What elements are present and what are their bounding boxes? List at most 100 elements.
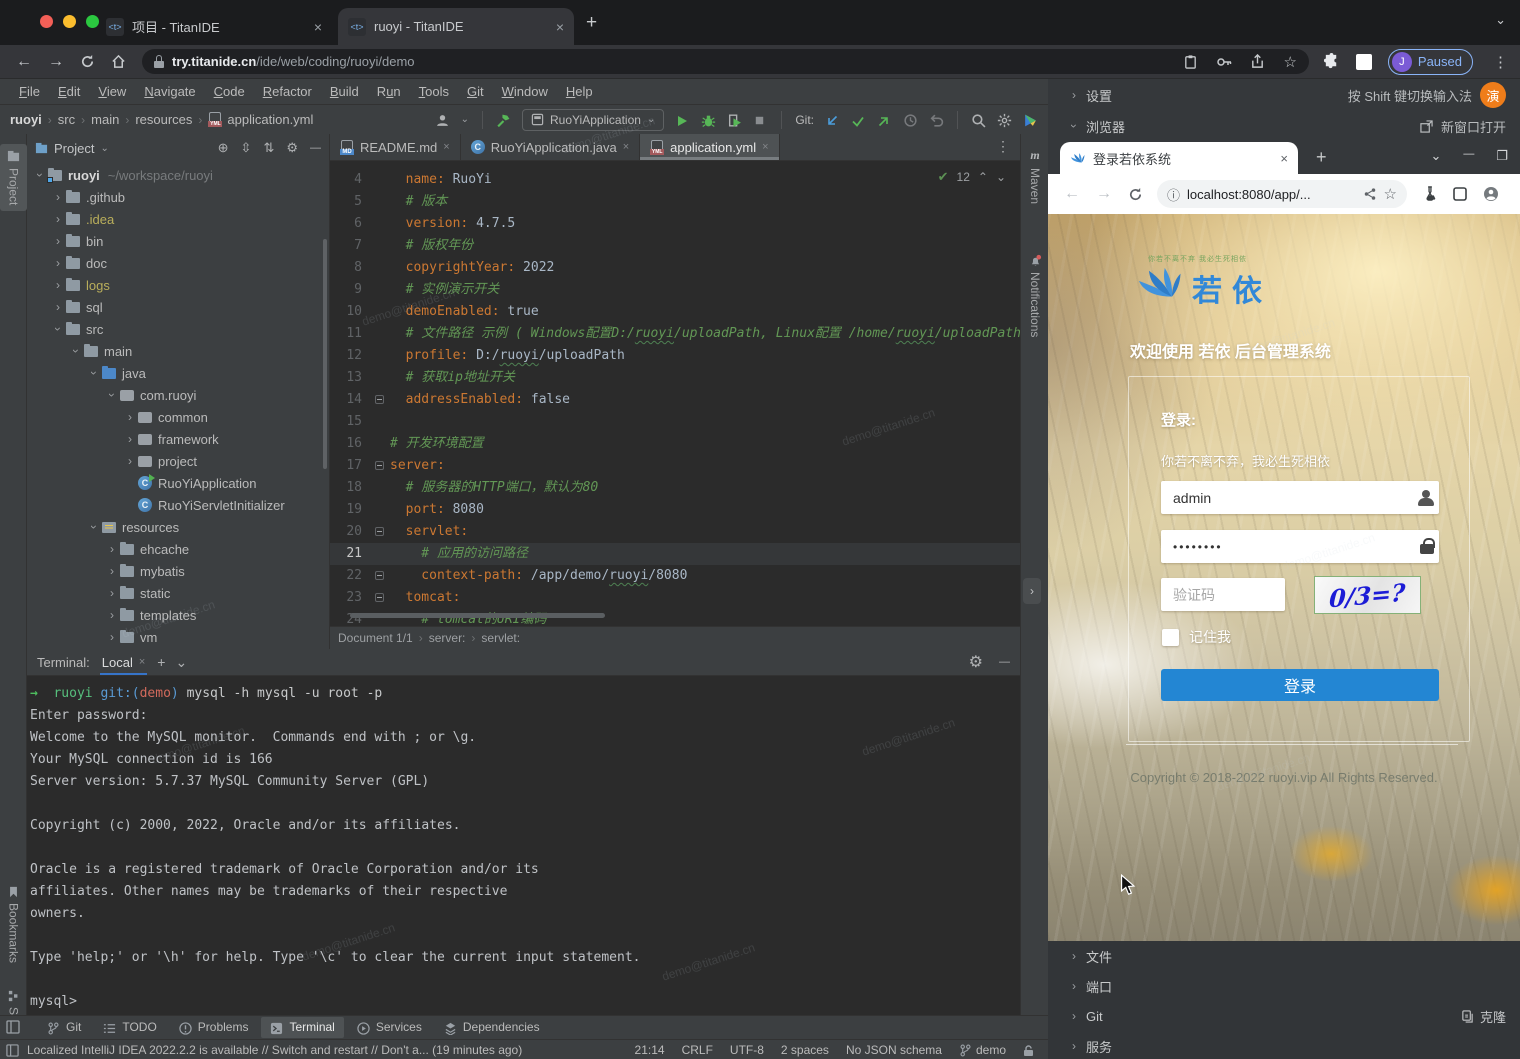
tab-list-icon[interactable]: ⋮ xyxy=(996,134,1020,160)
address-bar[interactable]: try.titanide.cn/ide/web/coding/ruoyi/dem… xyxy=(142,49,1309,74)
demo-badge[interactable]: 演 xyxy=(1480,82,1506,108)
preview-reload-icon[interactable] xyxy=(1128,186,1143,203)
code-line-11[interactable]: 11# 文件路径 示例 ( Windows配置D:/ruoyi/uploadPa… xyxy=(330,323,1020,345)
tree-chevron-icon[interactable]: › xyxy=(105,630,119,644)
menu-view[interactable]: View xyxy=(89,84,135,99)
toolbar-services[interactable]: Services xyxy=(348,1017,431,1037)
tree-chevron-icon[interactable]: › xyxy=(51,234,65,248)
prev-problem-icon[interactable]: ⌃ xyxy=(978,170,988,184)
editor-tab-README.md[interactable]: README.md× xyxy=(330,134,461,160)
extension-square-icon[interactable] xyxy=(1356,54,1372,70)
preview-panel-icon[interactable] xyxy=(1453,185,1467,203)
fold-icon[interactable] xyxy=(375,593,384,602)
username-input[interactable] xyxy=(1161,481,1439,514)
next-problem-icon[interactable]: ⌄ xyxy=(996,170,1006,184)
chevron-down-icon[interactable]: ⌄ xyxy=(461,114,469,125)
tree-item-mybatis[interactable]: ›mybatis xyxy=(27,560,329,582)
reload-button[interactable] xyxy=(80,53,95,71)
tab-close-icon[interactable]: × xyxy=(314,19,322,35)
code-line-10[interactable]: 10demoEnabled: true xyxy=(330,301,1020,323)
chevron-down-icon[interactable]: ⌄ xyxy=(100,143,108,154)
code-line-23[interactable]: 23tomcat: xyxy=(330,587,1020,609)
tree-scrollbar[interactable] xyxy=(323,239,327,469)
editor-breadcrumb-item[interactable]: servlet: xyxy=(481,631,520,645)
clipboard-icon[interactable] xyxy=(1183,54,1198,69)
code-line-19[interactable]: 19port: 8080 xyxy=(330,499,1020,521)
git-push-button[interactable] xyxy=(877,112,892,127)
login-button[interactable]: 登录 xyxy=(1161,669,1439,701)
fold-icon[interactable] xyxy=(375,527,384,536)
editor-tab-RuoYiApplication.java[interactable]: RuoYiApplication.java× xyxy=(461,134,640,160)
code-line-5[interactable]: 5# 版本 xyxy=(330,191,1020,213)
window-layout-icon[interactable] xyxy=(6,1019,20,1037)
tree-item-RuoYiServletInitializer[interactable]: RuoYiServletInitializer xyxy=(27,494,329,516)
clone-button[interactable]: 克隆 xyxy=(1461,1007,1506,1026)
fold-icon[interactable] xyxy=(375,571,384,580)
tree-item-framework[interactable]: ›framework xyxy=(27,428,329,450)
stripe-bookmarks-button[interactable]: Bookmarks xyxy=(0,886,27,963)
debug-button[interactable] xyxy=(701,112,716,127)
titanide-logo-icon[interactable] xyxy=(1023,112,1038,127)
menu-code[interactable]: Code xyxy=(205,84,254,99)
hide-panel-icon[interactable]: — xyxy=(310,142,321,154)
tree-item-vm[interactable]: ›vm xyxy=(27,626,329,646)
tree-item-resources[interactable]: ›resources xyxy=(27,516,329,538)
toolbar-todo[interactable]: TODO xyxy=(94,1017,165,1037)
menu-file[interactable]: File xyxy=(10,84,49,99)
tree-chevron-icon[interactable]: › xyxy=(105,586,119,600)
tree-chevron-icon[interactable]: › xyxy=(123,454,137,468)
tree-item-ruoyi[interactable]: ›ruoyi~/workspace/ruoyi xyxy=(27,164,329,186)
run-configuration-select[interactable]: RuoYiApplication ⌄ xyxy=(522,109,664,131)
code-line-13[interactable]: 13# 获取ip地址开关 xyxy=(330,367,1020,389)
user-icon[interactable] xyxy=(435,112,450,127)
browser-tab-project[interactable]: <t> 项目 - TitanIDE × xyxy=(96,8,332,45)
tab-close-icon[interactable]: × xyxy=(623,141,629,153)
code-line-8[interactable]: 8copyrightYear: 2022 xyxy=(330,257,1020,279)
code-line-17[interactable]: 17server: xyxy=(330,455,1020,477)
tree-item-RuoYiApplication[interactable]: RuoYiApplication xyxy=(27,472,329,494)
code-line-14[interactable]: 14addressEnabled: false xyxy=(330,389,1020,411)
inspection-widget[interactable]: ✔ 12 ⌃ ⌄ xyxy=(938,169,1006,185)
project-panel-title[interactable]: Project xyxy=(54,141,94,156)
preview-minimize-icon[interactable]: — xyxy=(1463,148,1474,164)
tree-item-logs[interactable]: ›logs xyxy=(27,274,329,296)
run-button[interactable] xyxy=(675,112,690,127)
section-Git[interactable]: ›Git克隆 xyxy=(1048,1001,1520,1031)
code-line-12[interactable]: 12profile: D:/ruoyi/uploadPath xyxy=(330,345,1020,367)
git-commit-button[interactable] xyxy=(851,112,866,127)
status-2-spaces[interactable]: 2 spaces xyxy=(781,1043,829,1057)
tree-item-java[interactable]: ›java xyxy=(27,362,329,384)
fold-icon[interactable] xyxy=(375,395,384,404)
tree-item-templates[interactable]: ›templates xyxy=(27,604,329,626)
remember-me[interactable]: 记住我 xyxy=(1162,627,1231,647)
stripe-notifications-button[interactable]: Notifications xyxy=(1021,254,1049,337)
code-line-6[interactable]: 6version: 4.7.5 xyxy=(330,213,1020,235)
tree-chevron-icon[interactable]: › xyxy=(51,322,65,336)
captcha-input[interactable] xyxy=(1161,578,1285,611)
preview-dropdown-icon[interactable]: ⌄ xyxy=(1430,148,1441,164)
tree-chevron-icon[interactable]: › xyxy=(105,564,119,578)
tree-item-sql[interactable]: ›sql xyxy=(27,296,329,318)
settings-gear-icon[interactable] xyxy=(997,112,1012,127)
extensions-icon[interactable] xyxy=(1323,53,1340,70)
preview-profile-icon[interactable] xyxy=(1483,185,1499,203)
breadcrumb-item[interactable]: main xyxy=(91,112,119,127)
tree-chevron-icon[interactable]: › xyxy=(51,212,65,226)
rollback-icon[interactable] xyxy=(929,112,944,127)
tree-chevron-icon[interactable]: › xyxy=(69,344,83,358)
editor-horizontal-scrollbar[interactable] xyxy=(350,613,605,618)
tree-item-ehcache[interactable]: ›ehcache xyxy=(27,538,329,560)
status-crlf[interactable]: CRLF xyxy=(682,1043,713,1057)
preview-back-icon[interactable]: ← xyxy=(1064,185,1080,203)
tree-chevron-icon[interactable]: › xyxy=(105,542,119,556)
tree-chevron-icon[interactable]: › xyxy=(33,168,47,182)
menu-git[interactable]: Git xyxy=(458,84,493,99)
password-input[interactable] xyxy=(1161,530,1439,563)
terminal-options-icon[interactable]: ⌄ xyxy=(175,654,187,671)
status-21:14[interactable]: 21:14 xyxy=(635,1043,665,1057)
code-line-7[interactable]: 7# 版权年份 xyxy=(330,235,1020,257)
toolbar-problems[interactable]: Problems xyxy=(170,1017,258,1037)
home-button[interactable] xyxy=(111,53,126,71)
section-服务[interactable]: ›服务 xyxy=(1048,1031,1520,1059)
toolbar-git[interactable]: Git xyxy=(38,1017,90,1037)
